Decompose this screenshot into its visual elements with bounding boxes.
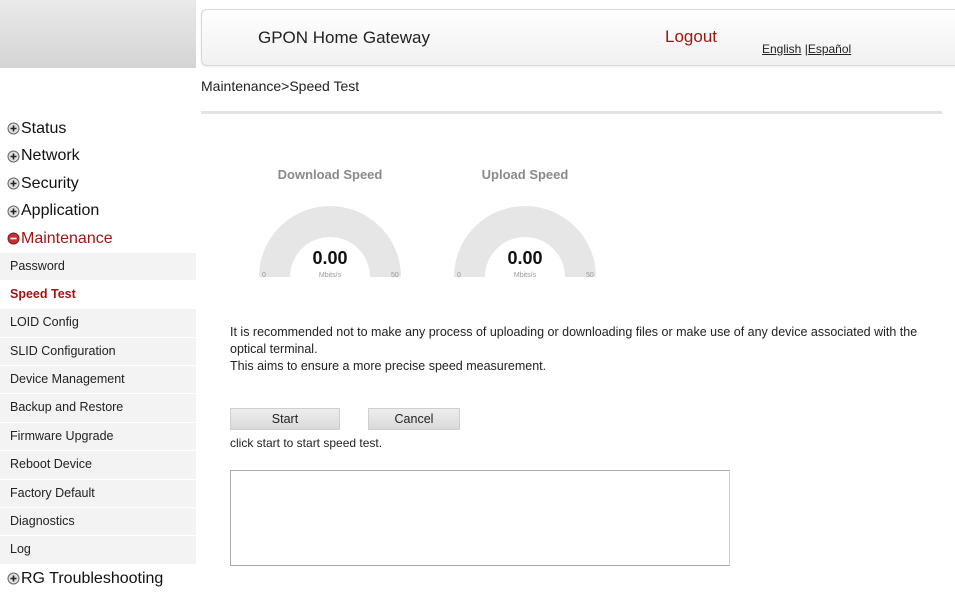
lang-spanish-link[interactable]: Español <box>808 42 851 56</box>
sidebar-item-label: RG Troubleshooting <box>21 569 164 587</box>
logo-area <box>0 0 196 68</box>
download-gauge: Download Speed 0.00 Mbits/s 0 50 <box>255 167 405 282</box>
download-speed-value: 0.00 <box>312 248 348 268</box>
breadcrumb: Maintenance>Speed Test <box>201 78 360 94</box>
expand-plus-icon <box>7 122 20 135</box>
upload-min: 0 <box>457 272 461 279</box>
sidebar-subitem-backup-restore[interactable]: Backup and Restore <box>0 394 196 423</box>
collapse-minus-icon <box>7 232 20 245</box>
upload-speed-value: 0.00 <box>507 248 543 268</box>
sidebar-item-label: Status <box>21 119 67 137</box>
speed-test-result-textarea[interactable] <box>230 470 730 566</box>
sidebar-item-label: Network <box>21 147 80 165</box>
sidebar-item-application[interactable]: Application <box>0 198 196 226</box>
sidebar-item-label: Application <box>21 202 100 220</box>
upload-max: 50 <box>586 272 594 279</box>
start-button[interactable]: Start <box>230 408 340 430</box>
sidebar-subitem-password[interactable]: Password <box>0 252 196 281</box>
cancel-button[interactable]: Cancel <box>368 408 460 430</box>
download-unit: Mbits/s <box>318 272 342 279</box>
sidebar-subitem-firmware-upgrade[interactable]: Firmware Upgrade <box>0 422 196 452</box>
sidebar-subitem-device-management[interactable]: Device Management <box>0 366 196 395</box>
header-bar: GPON Home Gateway Logout English |Españo… <box>201 9 955 66</box>
download-gauge-label: Download Speed <box>277 167 383 182</box>
language-selector: English |Español <box>762 42 851 56</box>
expand-plus-icon <box>7 150 20 163</box>
sidebar-subitem-reboot-device[interactable]: Reboot Device <box>0 451 196 480</box>
sidebar-subitem-log[interactable]: Log <box>0 536 196 565</box>
expand-plus-icon <box>7 177 20 190</box>
sidebar-item-label: Security <box>21 174 79 192</box>
sidebar-item-label: Maintenance <box>21 229 113 247</box>
sidebar-item-security[interactable]: Security <box>0 170 196 198</box>
expand-plus-icon <box>7 572 20 585</box>
sidebar-item-maintenance[interactable]: Maintenance <box>0 225 196 253</box>
speed-test-notice: It is recommended not to make any proces… <box>230 324 945 375</box>
sidebar-subitem-loid-config[interactable]: LOID Config <box>0 309 196 338</box>
sidebar-item-network[interactable]: Network <box>0 143 196 171</box>
sidebar-subitem-slid-configuration[interactable]: SLID Configuration <box>0 337 196 367</box>
page-header-title: GPON Home Gateway <box>258 28 430 47</box>
sidebar-subitem-speed-test[interactable]: Speed Test <box>0 280 196 310</box>
sidebar-nav: Status Network Security Application Main… <box>0 115 196 592</box>
download-min: 0 <box>262 272 266 279</box>
download-max: 50 <box>391 272 399 279</box>
upload-gauge: Upload Speed 0.00 Mbits/s 0 50 <box>450 167 600 282</box>
upload-unit: Mbits/s <box>513 272 537 279</box>
logout-link[interactable]: Logout <box>665 27 717 47</box>
start-hint: click start to start speed test. <box>230 436 383 450</box>
expand-plus-icon <box>7 205 20 218</box>
sidebar-subitem-diagnostics[interactable]: Diagnostics <box>0 508 196 537</box>
divider <box>201 111 942 114</box>
sidebar-subitem-factory-default[interactable]: Factory Default <box>0 479 196 509</box>
notice-line-2: This aims to ensure a more precise speed… <box>230 359 547 373</box>
upload-gauge-label: Upload Speed <box>481 167 569 182</box>
sidebar-item-status[interactable]: Status <box>0 115 196 143</box>
notice-line-1: It is recommended not to make any proces… <box>230 325 918 356</box>
lang-english-link[interactable]: English <box>762 42 801 56</box>
sidebar-item-rg-troubleshooting[interactable]: RG Troubleshooting <box>0 565 196 592</box>
